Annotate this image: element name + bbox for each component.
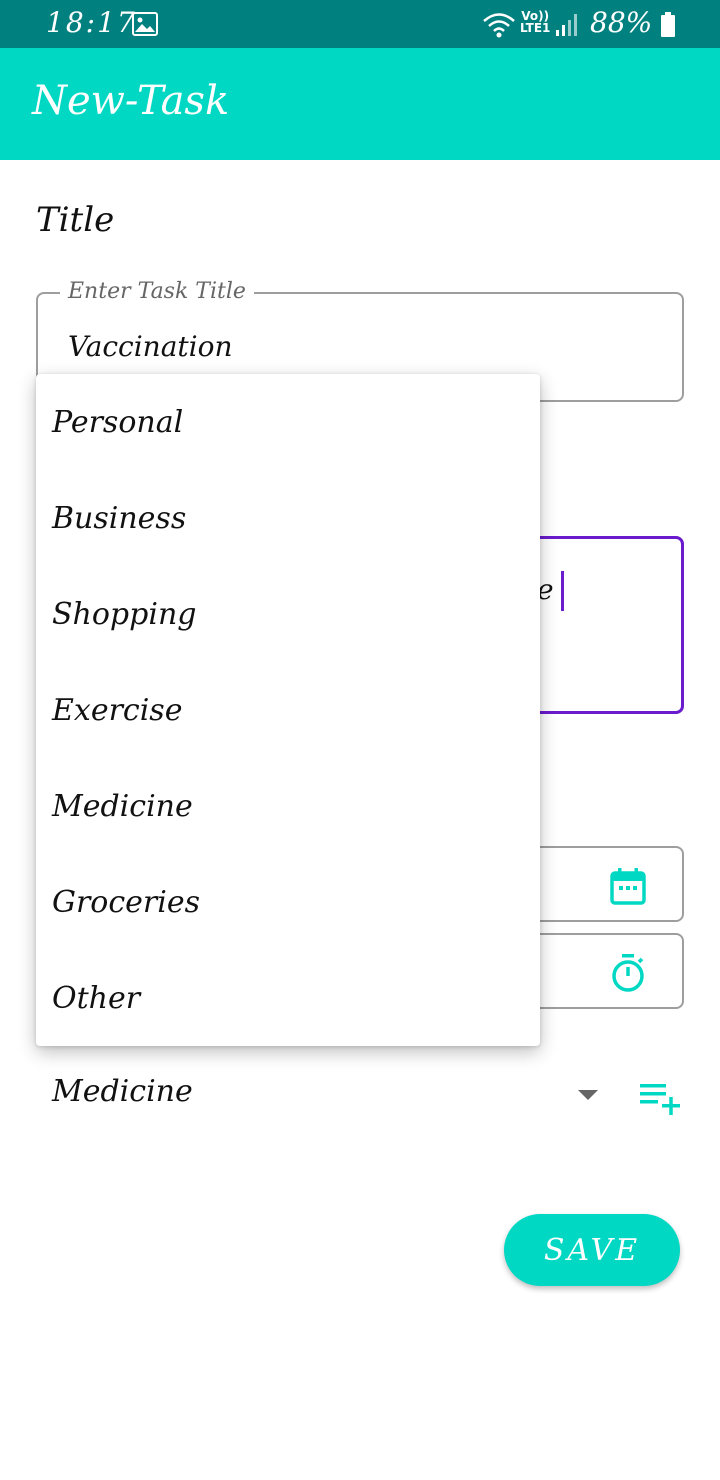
battery-percentage: 88%	[590, 6, 653, 39]
category-select[interactable]: Medicine	[36, 1060, 616, 1130]
text-cursor	[561, 571, 564, 611]
menu-item-medicine[interactable]: Medicine	[36, 758, 540, 854]
menu-item-groceries[interactable]: Groceries	[36, 854, 540, 950]
playlist-add-icon[interactable]	[638, 1080, 682, 1116]
menu-item-other[interactable]: Other	[36, 950, 540, 1046]
menu-item-exercise[interactable]: Exercise	[36, 662, 540, 758]
status-bar: 18:17 Vo)) LTE1 88%	[0, 0, 720, 48]
save-button[interactable]: SAVE	[504, 1214, 680, 1286]
wifi-icon	[483, 13, 515, 38]
category-selected-value: Medicine	[52, 1074, 193, 1109]
menu-item-business[interactable]: Business	[36, 470, 540, 566]
calendar-icon[interactable]	[608, 866, 648, 906]
title-section-heading: Title	[36, 200, 115, 240]
signal-icon	[556, 14, 577, 36]
category-dropdown-menu: Personal Business Shopping Exercise Medi…	[36, 374, 540, 1046]
volte-indicator: Vo)) LTE1	[520, 9, 551, 35]
app-bar: New-Task	[0, 48, 720, 160]
status-time: 18:17	[46, 6, 137, 39]
dropdown-arrow-icon[interactable]	[578, 1090, 598, 1100]
menu-item-shopping[interactable]: Shopping	[36, 566, 540, 662]
gallery-icon	[132, 12, 158, 36]
task-title-value: Vaccination	[68, 330, 233, 363]
menu-item-personal[interactable]: Personal	[36, 374, 540, 470]
task-title-label: Enter Task Title	[60, 279, 254, 304]
page-title: New-Task	[32, 78, 230, 124]
battery-icon	[661, 12, 675, 37]
timer-icon[interactable]	[608, 953, 648, 993]
